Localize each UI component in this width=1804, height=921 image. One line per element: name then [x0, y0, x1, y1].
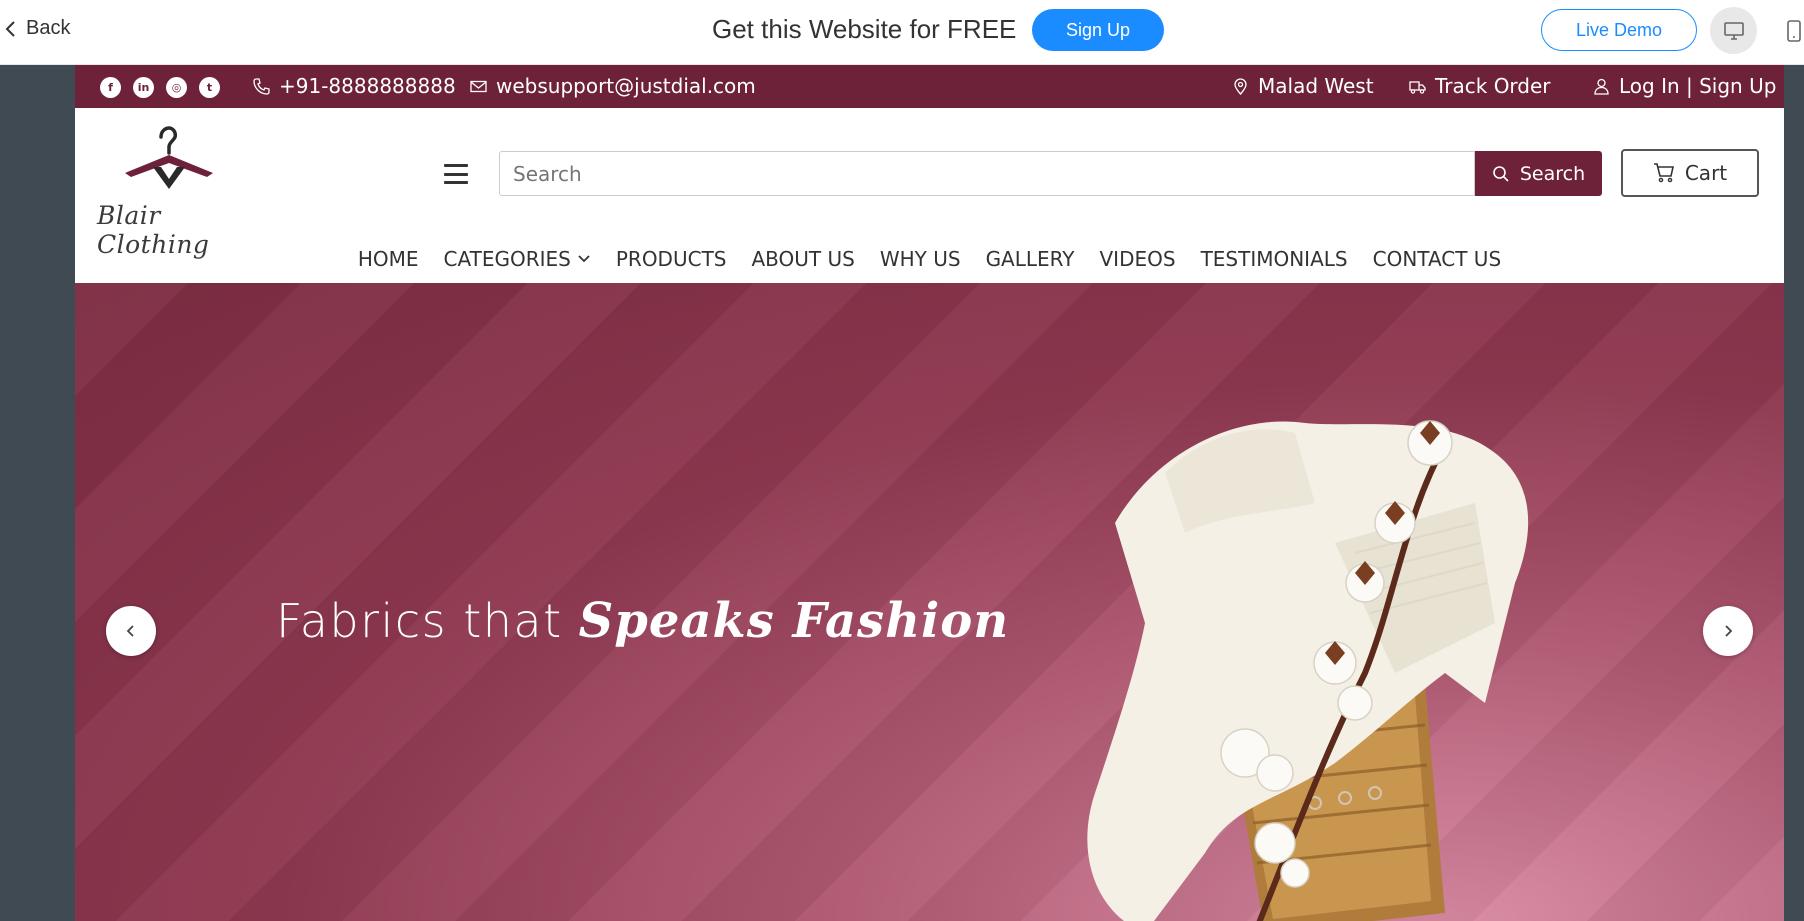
nav-item-gallery[interactable]: GALLERY — [973, 239, 1087, 279]
back-button[interactable]: Back — [4, 17, 70, 40]
mobile-view-button[interactable] — [1784, 18, 1804, 44]
search-input[interactable] — [499, 151, 1475, 196]
chevron-down-icon — [578, 255, 590, 263]
brand-logo[interactable]: Blair Clothing — [97, 115, 247, 259]
site-preview: f in ◎ t +91-8888888888 websupport@justd… — [75, 65, 1784, 921]
social-links: f in ◎ t — [100, 77, 220, 98]
builder-toolbar: Back Get this Website for FREE Sign Up L… — [0, 0, 1804, 65]
mail-icon — [470, 80, 487, 92]
signup-button[interactable]: Sign Up — [1032, 9, 1164, 51]
nav-item-about-us[interactable]: ABOUT US — [739, 239, 867, 279]
chevron-left-icon — [126, 625, 134, 637]
promo-text: Get this Website for FREE — [712, 14, 1017, 44]
location-pin-icon — [1234, 77, 1247, 95]
contact-strip: f in ◎ t +91-8888888888 websupport@justd… — [75, 65, 1784, 108]
linkedin-icon[interactable]: in — [133, 77, 154, 98]
mobile-icon — [1787, 20, 1801, 42]
main-nav: HOME CATEGORIES PRODUCTS ABOUT US WHY US… — [75, 239, 1784, 279]
search-button[interactable]: Search — [1475, 151, 1602, 196]
user-icon — [1594, 78, 1609, 95]
search-button-label: Search — [1519, 162, 1586, 185]
truck-icon — [1409, 80, 1426, 94]
chevron-right-icon — [1725, 625, 1733, 637]
instagram-icon[interactable]: ◎ — [166, 77, 187, 98]
desktop-view-button[interactable] — [1710, 7, 1757, 54]
email-address: websupport@justdial.com — [496, 74, 756, 98]
clothing-basket-image — [1087, 420, 1529, 921]
email-link[interactable]: websupport@justdial.com — [470, 74, 756, 98]
menu-icon[interactable] — [444, 164, 468, 184]
track-order-link[interactable]: Track Order — [1409, 74, 1551, 98]
cart-label: Cart — [1684, 161, 1728, 185]
nav-item-categories[interactable]: CATEGORIES — [431, 239, 603, 279]
chevron-left-icon — [5, 20, 15, 37]
carousel-next-button[interactable] — [1703, 606, 1753, 656]
login-link[interactable]: Log In | Sign Up — [1593, 74, 1776, 98]
location-label: Malad West — [1258, 74, 1374, 98]
cart-icon — [1653, 163, 1674, 183]
nav-item-products[interactable]: PRODUCTS — [603, 239, 739, 279]
hero-heading: Fabrics that Speaks Fashion — [276, 593, 1009, 649]
phone-icon — [253, 77, 270, 95]
phone-number: +91-8888888888 — [279, 74, 456, 98]
facebook-icon[interactable]: f — [100, 77, 121, 98]
track-order-label: Track Order — [1435, 74, 1551, 98]
nav-item-contact-us[interactable]: CONTACT US — [1360, 239, 1514, 279]
desktop-icon — [1723, 21, 1744, 40]
search-icon — [1493, 165, 1509, 182]
live-demo-button[interactable]: Live Demo — [1541, 9, 1697, 51]
login-label: Log In | Sign Up — [1619, 74, 1777, 98]
nav-item-home[interactable]: HOME — [345, 239, 431, 279]
hero-title-script: Speaks Fashion — [578, 593, 1010, 649]
cart-button[interactable]: Cart — [1621, 149, 1759, 197]
phone-link[interactable]: +91-8888888888 — [253, 74, 456, 98]
hero-title-plain: Fabrics that — [276, 594, 563, 648]
back-label: Back — [26, 17, 71, 39]
twitter-icon[interactable]: t — [199, 77, 220, 98]
nav-item-testimonials[interactable]: TESTIMONIALS — [1188, 239, 1360, 279]
nav-item-why-us[interactable]: WHY US — [867, 239, 973, 279]
hanger-logo-icon — [125, 126, 213, 189]
location-link[interactable]: Malad West — [1232, 74, 1374, 98]
carousel-prev-button[interactable] — [106, 606, 156, 656]
hero-banner: Fabrics that Speaks Fashion — [75, 283, 1784, 921]
nav-item-videos[interactable]: VIDEOS — [1087, 239, 1188, 279]
